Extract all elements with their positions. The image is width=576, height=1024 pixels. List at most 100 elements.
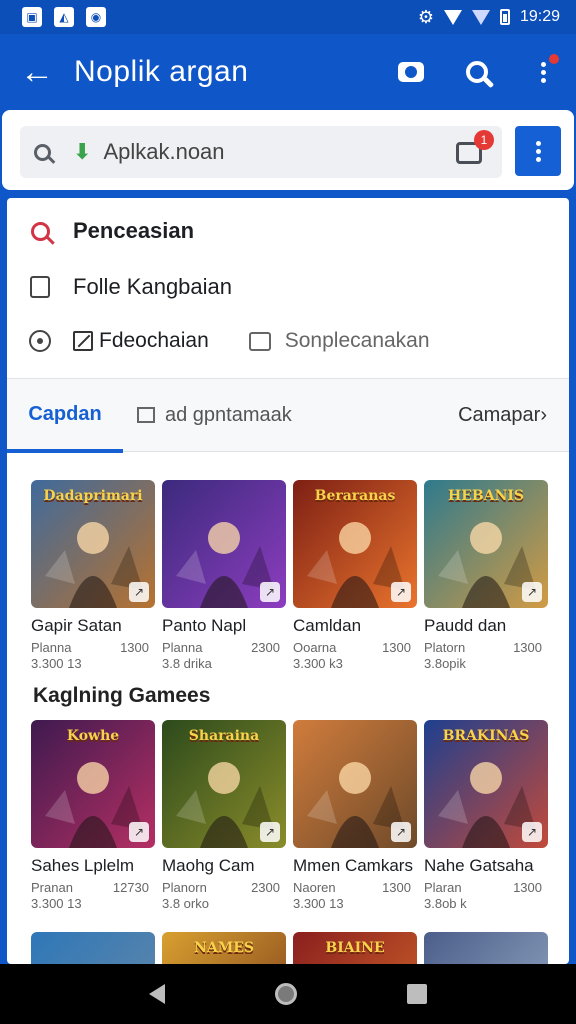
status-bar: ▣ ◭ ◉ ⚙ 19:29	[0, 0, 576, 34]
game-card[interactable]: Dadaprimari ↗ Gapir Satan Planna 1300 3.300 1…	[31, 480, 155, 671]
game-count: 3.300 13	[31, 896, 82, 911]
game-meta: Plaran 1300	[424, 880, 542, 895]
game-card[interactable]: HEBANIS ↗ Paudd dan Platorn 1300 3.8opik	[424, 480, 548, 671]
game-card[interactable]: Kowhe ↗ Sahes Lplelm Pranan 12730 3.300 13	[31, 720, 155, 911]
chip-label: Sonplecanakan	[284, 329, 430, 352]
badge-icon: ↗	[522, 822, 542, 842]
nav-home-button[interactable]	[275, 983, 297, 1005]
notification-icon: ◉	[86, 7, 106, 27]
game-size: 1300	[513, 880, 542, 895]
game-thumbnail: ↗	[293, 720, 417, 848]
game-card[interactable]: ↗	[424, 932, 548, 964]
nav-back-button[interactable]	[149, 984, 165, 1004]
game-name: Gapir Satan	[31, 616, 122, 635]
game-size: 1300	[513, 640, 542, 655]
game-count: 3.300 k3	[293, 656, 343, 671]
game-card[interactable]: BRAKINAS ↗ Nahe Gatsaha Plaran 1300 3.8ob k	[424, 720, 548, 911]
clock: 19:29	[519, 8, 560, 25]
game-thumbnail: BIAINE↗	[293, 932, 417, 964]
tab-label: ad gpntamaak	[165, 403, 292, 426]
thumbnail-title: Dadaprimari	[43, 488, 143, 504]
search-button[interactable]	[444, 34, 510, 110]
badge-icon: ↗	[260, 822, 280, 842]
game-card[interactable]: Beraranas ↗ Camldan Ooarna 1300 3.300 k3	[293, 480, 417, 671]
menu-item-folle[interactable]: Folle Kangbaian	[7, 260, 569, 314]
back-button[interactable]: ←	[0, 34, 74, 110]
tab-gpntamaak[interactable]: ad gpntamaak	[137, 379, 292, 451]
game-size: 1300	[382, 880, 411, 895]
edit-icon	[73, 331, 93, 352]
chip-sonplecanakan[interactable]: Sonplecanakan	[248, 329, 430, 353]
nav-recents-button[interactable]	[407, 984, 427, 1004]
game-size: 1300	[382, 640, 411, 655]
tab-bar: Capdan ad gpntamaak Camapar›	[7, 378, 569, 453]
mail-icon	[137, 407, 155, 423]
game-name: Nahe Gatsaha	[424, 856, 534, 875]
tab-camapar[interactable]: Camapar›	[458, 379, 547, 451]
search-icon	[34, 143, 51, 161]
badge-icon: ↗	[129, 582, 149, 602]
game-card[interactable]: NAMES↗	[162, 932, 286, 964]
search-icon	[466, 61, 488, 83]
tab-capdan[interactable]: Capdan	[7, 379, 123, 453]
game-card[interactable]: Sharaina ↗ Maohg Cam Planorn 2300 3.8 orko	[162, 720, 286, 911]
game-thumbnail: Beraranas ↗	[293, 480, 417, 608]
badge-icon: ↗	[129, 822, 149, 842]
game-name: Paudd dan	[424, 616, 507, 635]
section-title: Kaglning Gamees	[33, 684, 211, 707]
game-meta: Planna 1300	[31, 640, 149, 655]
download-icon: ⬇	[73, 139, 92, 164]
game-card[interactable]: ↗	[31, 932, 155, 964]
game-size: 2300	[251, 640, 280, 655]
game-thumbnail: HEBANIS ↗	[424, 480, 548, 608]
menu-item-penceasian[interactable]: Penceasian	[7, 204, 569, 258]
game-thumbnail: NAMES↗	[162, 932, 286, 964]
game-name: Mmen Camkars	[293, 856, 413, 875]
game-meta: Ooarna 1300	[293, 640, 411, 655]
badge-icon: ↗	[522, 582, 542, 602]
search-field[interactable]: ⬇ 1	[20, 126, 502, 178]
badge-icon: ↗	[391, 582, 411, 602]
more-vert-icon	[535, 140, 541, 162]
game-thumbnail: Dadaprimari ↗	[31, 480, 155, 608]
alarm-icon: ⚙	[417, 6, 434, 27]
overflow-menu-button[interactable]	[510, 34, 576, 110]
game-name: Camldan	[293, 616, 362, 635]
game-meta: Pranan 12730	[31, 880, 149, 895]
thumbnail-title: NAMES	[194, 940, 254, 956]
game-platform: Pranan	[31, 880, 73, 895]
thumbnail-title: BRAKINAS	[442, 728, 530, 744]
thumbnail-title: HEBANIS	[447, 488, 525, 504]
notification-dot	[549, 54, 559, 64]
game-card[interactable]: ↗ Mmen Camkars Naoren 1300 3.300 13	[293, 720, 417, 911]
arrow-left-icon: ←	[20, 53, 54, 91]
signal-icon	[471, 9, 490, 25]
game-card[interactable]: ↗ Panto Napl Planna 2300 3.8 drika	[162, 480, 286, 671]
thumbnail-title: Sharaina	[188, 728, 260, 744]
system-nav-bar	[0, 964, 576, 1024]
game-card[interactable]: BIAINE↗	[293, 932, 417, 964]
game-platform: Plaran	[424, 880, 462, 895]
wifi-icon	[443, 9, 462, 25]
game-platform: Platorn	[424, 640, 466, 655]
game-meta: Planna 2300	[162, 640, 280, 655]
camera-button[interactable]	[378, 34, 444, 110]
game-thumbnail: Sharaina ↗	[162, 720, 286, 848]
game-name: Sahes Lplelm	[31, 856, 135, 875]
game-thumbnail: ↗	[424, 932, 548, 964]
chip-fdeochaian[interactable]: Fdeochaian	[73, 329, 209, 353]
scan-button[interactable]: 1	[454, 130, 494, 168]
chat-icon	[248, 331, 271, 351]
notification-icon: ▣	[22, 7, 42, 27]
game-name: Panto Napl	[162, 616, 247, 635]
badge-icon: ↗	[260, 582, 280, 602]
game-size: 1300	[120, 640, 149, 655]
menu-chips-row: Fdeochaian Sonplecanakan	[7, 314, 569, 368]
scan-badge: 1	[474, 130, 494, 150]
game-thumbnail: ↗	[162, 480, 286, 608]
page-title: Noplik argan	[74, 55, 249, 88]
notification-icon: ◭	[54, 7, 74, 27]
bookmark-icon	[30, 276, 50, 298]
search-input[interactable]	[103, 139, 434, 165]
search-options-button[interactable]	[515, 126, 561, 176]
